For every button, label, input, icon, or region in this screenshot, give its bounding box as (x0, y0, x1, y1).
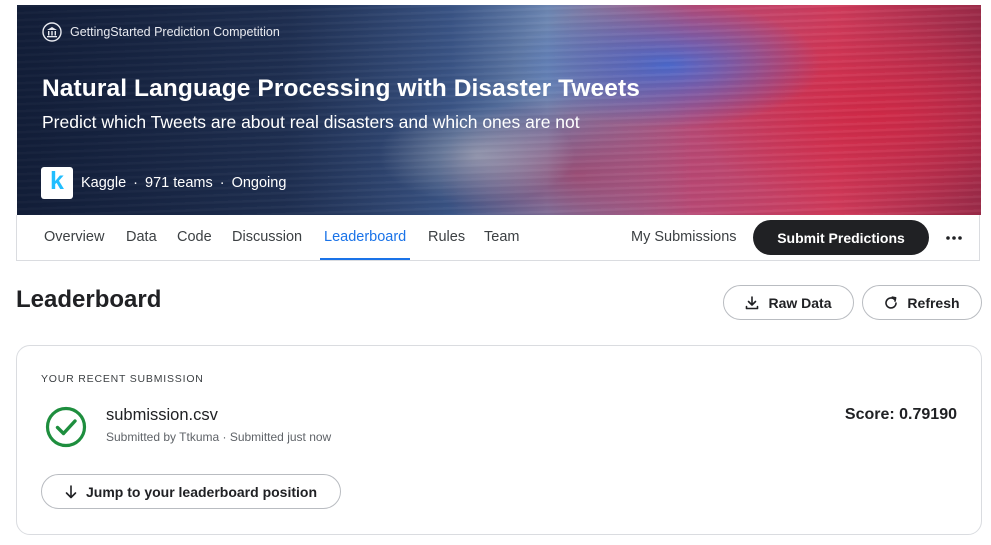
team-count[interactable]: 971 teams (145, 175, 213, 191)
host-name[interactable]: Kaggle (81, 175, 126, 191)
more-icon (946, 236, 962, 240)
competition-status: Ongoing (231, 175, 287, 191)
tab-discussion[interactable]: Discussion (232, 215, 302, 260)
page-title: Leaderboard (16, 286, 162, 313)
competition-title: Natural Language Processing with Disaste… (42, 75, 640, 102)
competition-header: GettingStarted Prediction Competition Na… (17, 5, 981, 215)
tab-overview[interactable]: Overview (44, 215, 104, 260)
more-options-button[interactable] (941, 226, 967, 250)
submission-score: Score: 0.79190 (845, 406, 957, 424)
my-submissions-link[interactable]: My Submissions (631, 215, 737, 260)
separator: · (219, 175, 225, 191)
tab-rules[interactable]: Rules (428, 215, 465, 260)
download-icon (746, 295, 759, 309)
raw-data-button[interactable]: Raw Data (723, 285, 854, 320)
score-value: 0.79190 (899, 406, 957, 423)
tab-data[interactable]: Data (126, 215, 157, 260)
bank-icon (42, 22, 62, 42)
refresh-label: Refresh (907, 294, 960, 311)
arrow-down-icon (65, 484, 77, 498)
jump-to-position-label: Jump to your leaderboard position (85, 483, 318, 500)
raw-data-label: Raw Data (768, 294, 832, 311)
competition-nav: Overview Data Code Discussion Leaderboar… (16, 215, 980, 261)
score-label: Score: (844, 406, 895, 423)
tab-leaderboard[interactable]: Leaderboard (319, 215, 411, 260)
jump-to-position-button[interactable]: Jump to your leaderboard position (41, 474, 341, 509)
competition-type: GettingStarted Prediction Competition (42, 22, 280, 42)
submission-meta: Submitted by Ttkuma · Submitted just now (106, 430, 332, 444)
separator: · (133, 175, 138, 191)
competition-subtitle: Predict which Tweets are about real disa… (42, 112, 580, 132)
host-info: k Kaggle · 971 teams · Ongoing (41, 167, 286, 199)
check-circle-icon (45, 406, 87, 448)
card-label: YOUR RECENT SUBMISSION (41, 373, 204, 385)
submit-predictions-label: Submit Predictions (777, 229, 905, 246)
recent-submission-card: YOUR RECENT SUBMISSION submission.csv Su… (16, 345, 982, 535)
submit-predictions-button[interactable]: Submit Predictions (753, 220, 929, 255)
competition-type-label: GettingStarted Prediction Competition (70, 25, 280, 39)
tab-code[interactable]: Code (177, 215, 212, 260)
tab-team[interactable]: Team (484, 215, 519, 260)
refresh-icon (885, 295, 898, 309)
kaggle-logo-letter: k (50, 167, 64, 195)
kaggle-logo[interactable]: k (41, 167, 73, 199)
refresh-button[interactable]: Refresh (862, 285, 982, 320)
submission-file-name: submission.csv (106, 406, 218, 424)
